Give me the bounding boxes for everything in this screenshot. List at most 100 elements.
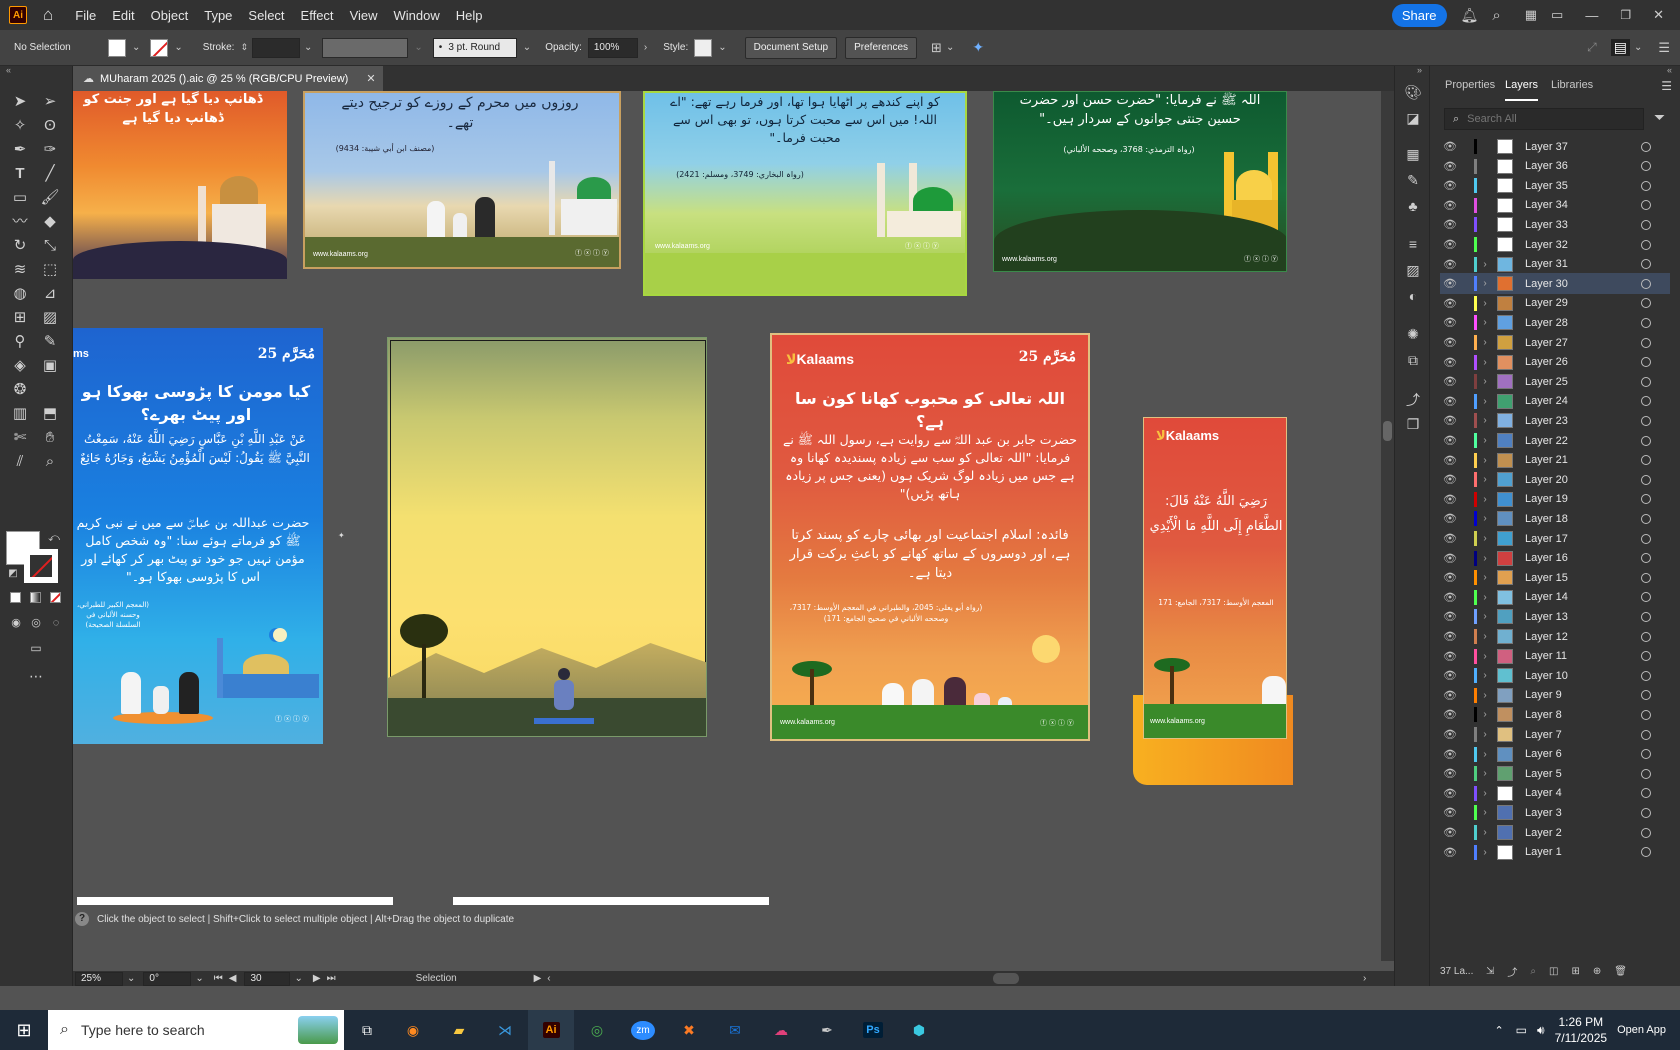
gradient-panel-icon[interactable]: ▨ bbox=[1403, 262, 1423, 282]
color-guide-icon[interactable]: ◪ bbox=[1403, 110, 1423, 130]
chevron-right-icon[interactable]: › bbox=[1477, 415, 1493, 426]
cube-app-icon[interactable]: ⬢ bbox=[896, 1010, 942, 1050]
artboard-5[interactable]: ms مُحَرَّم 25 کیا مومن کا پڑوسی بھوکا ہ… bbox=[73, 328, 323, 744]
next-artboard-icon[interactable]: ▶ bbox=[313, 973, 321, 984]
brushes-panel-icon[interactable]: ✎ bbox=[1403, 172, 1423, 192]
collect-export-icon[interactable]: ⇲ bbox=[1486, 966, 1494, 977]
taskbar-search[interactable]: ⌕ Type here to search bbox=[48, 1010, 344, 1050]
rotate-dropdown-icon[interactable]: ⌄ bbox=[195, 973, 203, 984]
artboard-6[interactable] bbox=[387, 337, 707, 737]
visibility-eye-icon[interactable]: 👁︎ bbox=[1440, 767, 1460, 780]
create-sublayer-icon[interactable]: ⊞ bbox=[1571, 966, 1579, 977]
layer-row[interactable]: 👁︎ › Layer 2 bbox=[1440, 822, 1670, 843]
visibility-eye-icon[interactable]: 👁︎ bbox=[1440, 571, 1460, 584]
visibility-eye-icon[interactable]: 👁︎ bbox=[1440, 591, 1460, 604]
chevron-right-icon[interactable]: › bbox=[1477, 709, 1493, 720]
mesh-tool-icon[interactable]: ⊞ bbox=[10, 308, 30, 328]
visibility-eye-icon[interactable]: 👁︎ bbox=[1440, 375, 1460, 388]
layer-row[interactable]: 👁︎ › Layer 11 bbox=[1440, 646, 1670, 667]
photoshop-icon[interactable]: Ps bbox=[850, 1010, 896, 1050]
illustrator-taskbar-icon[interactable]: Ai bbox=[528, 1010, 574, 1050]
visibility-eye-icon[interactable]: 👁︎ bbox=[1440, 395, 1460, 408]
layer-target-icon[interactable] bbox=[1641, 827, 1651, 838]
layer-target-icon[interactable] bbox=[1641, 729, 1651, 740]
layer-target-icon[interactable] bbox=[1641, 768, 1651, 779]
menu-file[interactable]: File bbox=[67, 8, 104, 23]
toolbar-collapse-icon[interactable]: « bbox=[6, 65, 11, 75]
zoom-dropdown-icon[interactable]: ⌄ bbox=[127, 973, 135, 984]
hscroll-left-icon[interactable]: ‹ bbox=[547, 973, 550, 984]
visibility-eye-icon[interactable]: 👁︎ bbox=[1440, 218, 1460, 231]
layer-target-icon[interactable] bbox=[1641, 180, 1651, 191]
artboard-4[interactable]: اللہ ﷺ نے فرمایا: "حضرت حسن اور حضرت حسی… bbox=[993, 91, 1287, 272]
task-view-icon[interactable]: ⧉ bbox=[344, 1010, 390, 1050]
chevron-right-icon[interactable]: › bbox=[1477, 729, 1493, 740]
layers-filter-icon[interactable]: ⏷ bbox=[1654, 109, 1665, 126]
artboard-1[interactable]: ڈھانپ دیا گیا ہے اور جنت کو ڈھانپ دیا گی… bbox=[73, 91, 287, 279]
free-transform-tool-icon[interactable]: ⬚ bbox=[40, 260, 60, 280]
layer-row[interactable]: 👁︎ Layer 35 bbox=[1440, 175, 1670, 196]
graph-tool-icon[interactable]: ▥ bbox=[10, 404, 30, 424]
visibility-eye-icon[interactable]: 👁︎ bbox=[1440, 689, 1460, 702]
layer-target-icon[interactable] bbox=[1641, 807, 1651, 818]
chevron-right-icon[interactable]: › bbox=[1477, 513, 1493, 524]
chevron-right-icon[interactable]: › bbox=[1477, 337, 1493, 348]
search-icon[interactable]: ⌕ bbox=[1492, 7, 1500, 24]
recolor-icon[interactable]: ✦ bbox=[972, 39, 984, 56]
preferences-button[interactable]: Preferences bbox=[845, 36, 918, 59]
stroke-stepper[interactable]: ⇕ bbox=[240, 42, 248, 53]
vertical-scroll-thumb[interactable] bbox=[1383, 421, 1392, 441]
layer-target-icon[interactable] bbox=[1641, 259, 1651, 270]
layer-target-icon[interactable] bbox=[1641, 317, 1651, 328]
chevron-right-icon[interactable]: › bbox=[1477, 553, 1493, 564]
visibility-eye-icon[interactable]: 👁︎ bbox=[1440, 748, 1460, 761]
swap-fill-stroke-icon[interactable]: ⤺ bbox=[44, 528, 64, 548]
layers-search[interactable]: ⌕ bbox=[1444, 108, 1644, 130]
symbol-sprayer-tool-icon[interactable]: ❂ bbox=[10, 380, 30, 400]
layer-row[interactable]: 👁︎ › Layer 28 bbox=[1440, 312, 1670, 333]
style-swatch[interactable] bbox=[694, 38, 713, 57]
tray-chevron-icon[interactable]: ⌃ bbox=[1494, 1024, 1503, 1037]
chevron-right-icon[interactable]: › bbox=[1477, 474, 1493, 485]
pen-tool-icon[interactable]: ✒ bbox=[10, 140, 30, 160]
layer-row[interactable]: 👁︎ › Layer 27 bbox=[1440, 332, 1670, 353]
hand-tool-icon[interactable]: ✋︎ bbox=[40, 428, 60, 448]
magic-wand-tool-icon[interactable]: ✧ bbox=[10, 116, 30, 136]
swatches-panel-icon[interactable]: ▦ bbox=[1403, 146, 1423, 166]
notification-overflow[interactable]: Open App bbox=[1617, 1024, 1666, 1036]
chevron-right-icon[interactable]: › bbox=[1477, 807, 1493, 818]
layer-target-icon[interactable] bbox=[1641, 298, 1651, 309]
workspace-icon[interactable]: ▭ bbox=[1551, 7, 1563, 23]
fill-dropdown-icon[interactable]: ⌄ bbox=[132, 42, 140, 53]
chevron-right-icon[interactable]: › bbox=[1477, 278, 1493, 289]
visibility-eye-icon[interactable]: 👁︎ bbox=[1440, 728, 1460, 741]
align-icon[interactable]: ⊞ bbox=[931, 40, 942, 56]
layer-row[interactable]: 👁︎ Layer 37 bbox=[1440, 136, 1670, 157]
vertical-scrollbar[interactable] bbox=[1381, 91, 1394, 961]
layer-row[interactable]: 👁︎ › Layer 15 bbox=[1440, 567, 1670, 588]
lasso-tool-icon[interactable]: ʘ bbox=[40, 116, 60, 136]
layer-target-icon[interactable] bbox=[1641, 847, 1651, 858]
layer-target-icon[interactable] bbox=[1641, 357, 1651, 368]
layer-target-icon[interactable] bbox=[1641, 376, 1651, 387]
rotate-tool-icon[interactable]: ↻ bbox=[10, 236, 30, 256]
minimize-icon[interactable]: — bbox=[1585, 8, 1598, 23]
visibility-eye-icon[interactable]: 👁︎ bbox=[1440, 787, 1460, 800]
visibility-eye-icon[interactable]: 👁︎ bbox=[1440, 806, 1460, 819]
draw-behind-icon[interactable]: ◎ bbox=[26, 613, 46, 633]
outlook-icon[interactable]: ✉ bbox=[712, 1010, 758, 1050]
menu-select[interactable]: Select bbox=[240, 8, 292, 23]
shaper-tool-icon[interactable]: 〰 bbox=[10, 212, 30, 232]
panel-menu-icon[interactable]: ☰ bbox=[1661, 79, 1672, 93]
eyedropper-tool-icon[interactable]: ⚲ bbox=[10, 332, 30, 352]
visibility-eye-icon[interactable]: 👁︎ bbox=[1440, 552, 1460, 565]
direct-selection-tool-icon[interactable]: ➢ bbox=[40, 92, 60, 112]
arrange-panels-icon[interactable]: ⤢ bbox=[1587, 40, 1597, 55]
layer-target-icon[interactable] bbox=[1641, 513, 1651, 524]
canvas[interactable]: ڈھانپ دیا گیا ہے اور جنت کو ڈھانپ دیا گی… bbox=[73, 91, 1381, 961]
variable-width-profile[interactable] bbox=[322, 37, 409, 58]
layers-panel-collapse-icon[interactable]: « bbox=[1667, 65, 1672, 75]
chevron-right-icon[interactable]: › bbox=[1477, 611, 1493, 622]
brush-definition[interactable]: • 3 pt. Round bbox=[432, 37, 517, 58]
visibility-eye-icon[interactable]: 👁︎ bbox=[1440, 277, 1460, 290]
